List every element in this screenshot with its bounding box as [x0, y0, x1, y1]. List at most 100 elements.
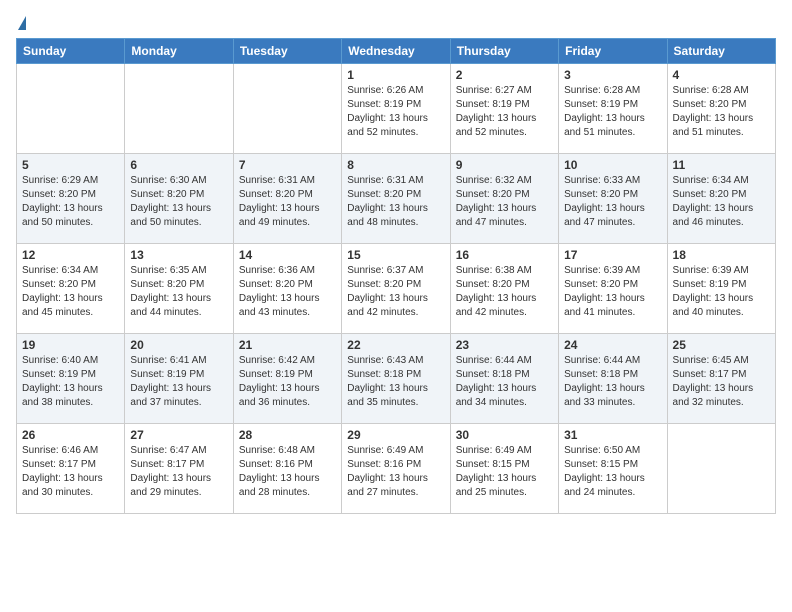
calendar-row: 19 Sunrise: 6:40 AMSunset: 8:19 PMDayligh… [17, 334, 776, 424]
day-cell-content: Sunrise: 6:48 AMSunset: 8:16 PMDaylight:… [239, 444, 336, 500]
day-number: 19 [22, 338, 119, 352]
calendar-cell: 21 Sunrise: 6:42 AMSunset: 8:19 PMDayligh… [233, 334, 341, 424]
day-number: 5 [22, 158, 119, 172]
calendar-cell [667, 424, 775, 514]
page-header [16, 16, 776, 30]
calendar-row: 1 Sunrise: 6:26 AMSunset: 8:19 PMDaylight… [17, 64, 776, 154]
header-day: Thursday [450, 39, 558, 64]
day-cell-content: Sunrise: 6:26 AMSunset: 8:19 PMDaylight:… [347, 84, 444, 140]
day-number: 18 [673, 248, 770, 262]
calendar-cell [233, 64, 341, 154]
day-cell-content: Sunrise: 6:27 AMSunset: 8:19 PMDaylight:… [456, 84, 553, 140]
header-day: Friday [559, 39, 667, 64]
calendar-row: 5Sunrise: 6:29 AMSunset: 8:20 PMDaylight… [17, 154, 776, 244]
calendar-cell: 13Sunrise: 6:35 AMSunset: 8:20 PMDayligh… [125, 244, 233, 334]
day-number: 9 [456, 158, 553, 172]
day-cell-content: Sunrise: 6:35 AMSunset: 8:20 PMDaylight:… [130, 264, 227, 320]
calendar-cell: 15 Sunrise: 6:37 AMSunset: 8:20 PMDayligh… [342, 244, 450, 334]
header-day: Sunday [17, 39, 125, 64]
day-number: 20 [130, 338, 227, 352]
day-number: 23 [456, 338, 553, 352]
day-cell-content: Sunrise: 6:44 AMSunset: 8:18 PMDaylight:… [456, 354, 553, 410]
day-number: 15 [347, 248, 444, 262]
calendar-cell: 23 Sunrise: 6:44 AMSunset: 8:18 PMDayligh… [450, 334, 558, 424]
header-day: Wednesday [342, 39, 450, 64]
calendar-cell: 14 Sunrise: 6:36 AMSunset: 8:20 PMDayligh… [233, 244, 341, 334]
calendar-row: 26Sunrise: 6:46 AMSunset: 8:17 PMDayligh… [17, 424, 776, 514]
day-number: 1 [347, 68, 444, 82]
logo [16, 16, 26, 30]
day-cell-content: Sunrise: 6:34 AMSunset: 8:20 PMDaylight:… [22, 264, 119, 320]
day-number: 28 [239, 428, 336, 442]
day-number: 16 [456, 248, 553, 262]
calendar-cell: 7 Sunrise: 6:31 AMSunset: 8:20 PMDaylight… [233, 154, 341, 244]
calendar-cell: 1 Sunrise: 6:26 AMSunset: 8:19 PMDaylight… [342, 64, 450, 154]
calendar-cell: 26Sunrise: 6:46 AMSunset: 8:17 PMDayligh… [17, 424, 125, 514]
calendar-cell: 25 Sunrise: 6:45 AMSunset: 8:17 PMDayligh… [667, 334, 775, 424]
calendar-cell [17, 64, 125, 154]
day-number: 17 [564, 248, 661, 262]
day-number: 30 [456, 428, 553, 442]
calendar-cell: 28 Sunrise: 6:48 AMSunset: 8:16 PMDayligh… [233, 424, 341, 514]
day-cell-content: Sunrise: 6:39 AMSunset: 8:19 PMDaylight:… [673, 264, 770, 320]
calendar-row: 12 Sunrise: 6:34 AMSunset: 8:20 PMDayligh… [17, 244, 776, 334]
day-number: 25 [673, 338, 770, 352]
day-cell-content: Sunrise: 6:50 AMSunset: 8:15 PMDaylight:… [564, 444, 661, 500]
day-cell-content: Sunrise: 6:28 AMSunset: 8:20 PMDaylight:… [673, 84, 770, 140]
day-cell-content: Sunrise: 6:49 AMSunset: 8:16 PMDaylight:… [347, 444, 444, 500]
calendar-cell: 29Sunrise: 6:49 AMSunset: 8:16 PMDayligh… [342, 424, 450, 514]
calendar-cell: 27 Sunrise: 6:47 AMSunset: 8:17 PMDayligh… [125, 424, 233, 514]
calendar-cell: 31Sunrise: 6:50 AMSunset: 8:15 PMDayligh… [559, 424, 667, 514]
day-cell-content: Sunrise: 6:39 AMSunset: 8:20 PMDaylight:… [564, 264, 661, 320]
calendar-cell [125, 64, 233, 154]
calendar-cell: 6 Sunrise: 6:30 AMSunset: 8:20 PMDaylight… [125, 154, 233, 244]
calendar-cell: 10 Sunrise: 6:33 AMSunset: 8:20 PMDayligh… [559, 154, 667, 244]
calendar-cell: 24 Sunrise: 6:44 AMSunset: 8:18 PMDayligh… [559, 334, 667, 424]
calendar-cell: 9 Sunrise: 6:32 AMSunset: 8:20 PMDaylight… [450, 154, 558, 244]
day-number: 6 [130, 158, 227, 172]
day-cell-content: Sunrise: 6:31 AMSunset: 8:20 PMDaylight:… [347, 174, 444, 230]
day-number: 3 [564, 68, 661, 82]
calendar-cell: 2 Sunrise: 6:27 AMSunset: 8:19 PMDaylight… [450, 64, 558, 154]
calendar-cell: 4 Sunrise: 6:28 AMSunset: 8:20 PMDaylight… [667, 64, 775, 154]
day-cell-content: Sunrise: 6:30 AMSunset: 8:20 PMDaylight:… [130, 174, 227, 230]
day-cell-content: Sunrise: 6:47 AMSunset: 8:17 PMDaylight:… [130, 444, 227, 500]
day-number: 11 [673, 158, 770, 172]
calendar-cell: 17 Sunrise: 6:39 AMSunset: 8:20 PMDayligh… [559, 244, 667, 334]
day-number: 8 [347, 158, 444, 172]
day-cell-content: Sunrise: 6:40 AMSunset: 8:19 PMDaylight:… [22, 354, 119, 410]
header-row: SundayMondayTuesdayWednesdayThursdayFrid… [17, 39, 776, 64]
day-cell-content: Sunrise: 6:42 AMSunset: 8:19 PMDaylight:… [239, 354, 336, 410]
calendar-cell: 8 Sunrise: 6:31 AMSunset: 8:20 PMDaylight… [342, 154, 450, 244]
day-cell-content: Sunrise: 6:49 AMSunset: 8:15 PMDaylight:… [456, 444, 553, 500]
header-day: Tuesday [233, 39, 341, 64]
day-cell-content: Sunrise: 6:43 AMSunset: 8:18 PMDaylight:… [347, 354, 444, 410]
calendar-table: SundayMondayTuesdayWednesdayThursdayFrid… [16, 38, 776, 514]
day-number: 7 [239, 158, 336, 172]
day-number: 4 [673, 68, 770, 82]
day-cell-content: Sunrise: 6:34 AMSunset: 8:20 PMDaylight:… [673, 174, 770, 230]
day-cell-content: Sunrise: 6:44 AMSunset: 8:18 PMDaylight:… [564, 354, 661, 410]
day-number: 26 [22, 428, 119, 442]
day-number: 27 [130, 428, 227, 442]
day-cell-content: Sunrise: 6:32 AMSunset: 8:20 PMDaylight:… [456, 174, 553, 230]
day-cell-content: Sunrise: 6:38 AMSunset: 8:20 PMDaylight:… [456, 264, 553, 320]
day-cell-content: Sunrise: 6:31 AMSunset: 8:20 PMDaylight:… [239, 174, 336, 230]
calendar-cell: 18 Sunrise: 6:39 AMSunset: 8:19 PMDayligh… [667, 244, 775, 334]
day-number: 2 [456, 68, 553, 82]
day-cell-content: Sunrise: 6:45 AMSunset: 8:17 PMDaylight:… [673, 354, 770, 410]
calendar-cell: 20 Sunrise: 6:41 AMSunset: 8:19 PMDayligh… [125, 334, 233, 424]
day-number: 14 [239, 248, 336, 262]
calendar-cell: 5Sunrise: 6:29 AMSunset: 8:20 PMDaylight… [17, 154, 125, 244]
day-cell-content: Sunrise: 6:41 AMSunset: 8:19 PMDaylight:… [130, 354, 227, 410]
day-number: 10 [564, 158, 661, 172]
day-number: 21 [239, 338, 336, 352]
day-cell-content: Sunrise: 6:36 AMSunset: 8:20 PMDaylight:… [239, 264, 336, 320]
calendar-cell: 30 Sunrise: 6:49 AMSunset: 8:15 PMDayligh… [450, 424, 558, 514]
day-cell-content: Sunrise: 6:37 AMSunset: 8:20 PMDaylight:… [347, 264, 444, 320]
day-cell-content: Sunrise: 6:33 AMSunset: 8:20 PMDaylight:… [564, 174, 661, 230]
header-day: Monday [125, 39, 233, 64]
calendar-cell: 19 Sunrise: 6:40 AMSunset: 8:19 PMDayligh… [17, 334, 125, 424]
day-number: 12 [22, 248, 119, 262]
day-number: 24 [564, 338, 661, 352]
